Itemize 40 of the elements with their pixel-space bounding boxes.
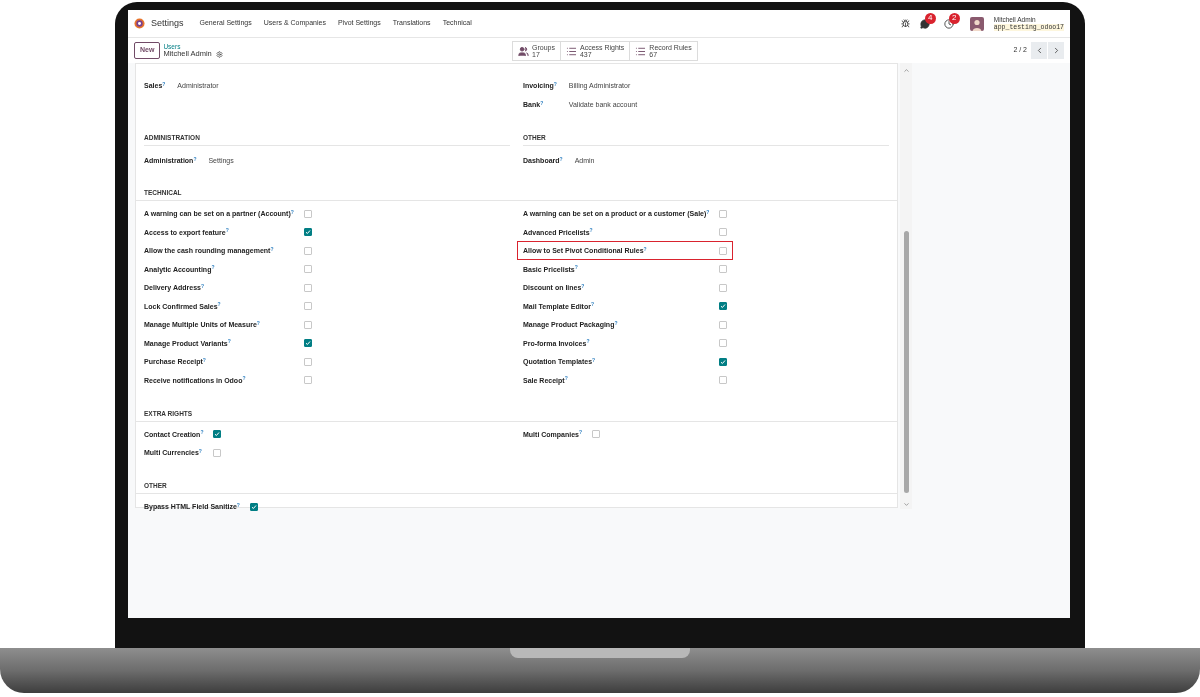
checkbox[interactable] [719,357,728,366]
settings-icon[interactable] [215,50,223,58]
checkbox[interactable] [719,209,728,218]
list-icon [565,45,577,57]
checkbox[interactable] [719,283,728,292]
users-icon [518,45,529,57]
checkbox[interactable] [303,376,312,384]
checkbox[interactable] [303,339,312,347]
list-icon [635,45,647,57]
checkbox[interactable] [719,228,728,236]
checkbox[interactable] [719,339,728,347]
next-button[interactable] [1047,42,1064,59]
checkbox[interactable] [719,320,728,329]
notification-badge: 2 [948,12,960,24]
app-logo-icon [134,18,145,29]
checkbox[interactable] [303,283,312,292]
scroll-down-icon[interactable] [902,501,910,508]
clock-icon[interactable] [943,18,954,29]
checkbox[interactable] [303,357,312,366]
checkbox[interactable] [719,246,728,255]
scrollbar[interactable] [900,63,912,509]
checkbox[interactable] [719,265,728,273]
scroll-up-icon[interactable] [902,67,910,74]
checkbox[interactable] [719,302,728,310]
checkbox[interactable] [303,302,312,310]
app-name[interactable]: Settings [151,16,184,31]
checkbox[interactable] [303,209,312,218]
checkbox[interactable] [303,246,312,255]
bug-icon[interactable] [900,19,910,28]
checkbox[interactable] [303,265,312,273]
checkbox[interactable] [719,376,728,384]
checkbox[interactable] [303,228,312,236]
avatar-icon[interactable] [969,16,984,31]
checkbox[interactable] [213,448,222,457]
notification-badge: 4 [924,12,936,24]
checkbox[interactable] [249,502,258,511]
checkbox[interactable] [592,430,601,438]
previous-button[interactable] [1031,42,1047,59]
checkbox[interactable] [213,430,222,438]
checkbox[interactable] [303,320,312,329]
